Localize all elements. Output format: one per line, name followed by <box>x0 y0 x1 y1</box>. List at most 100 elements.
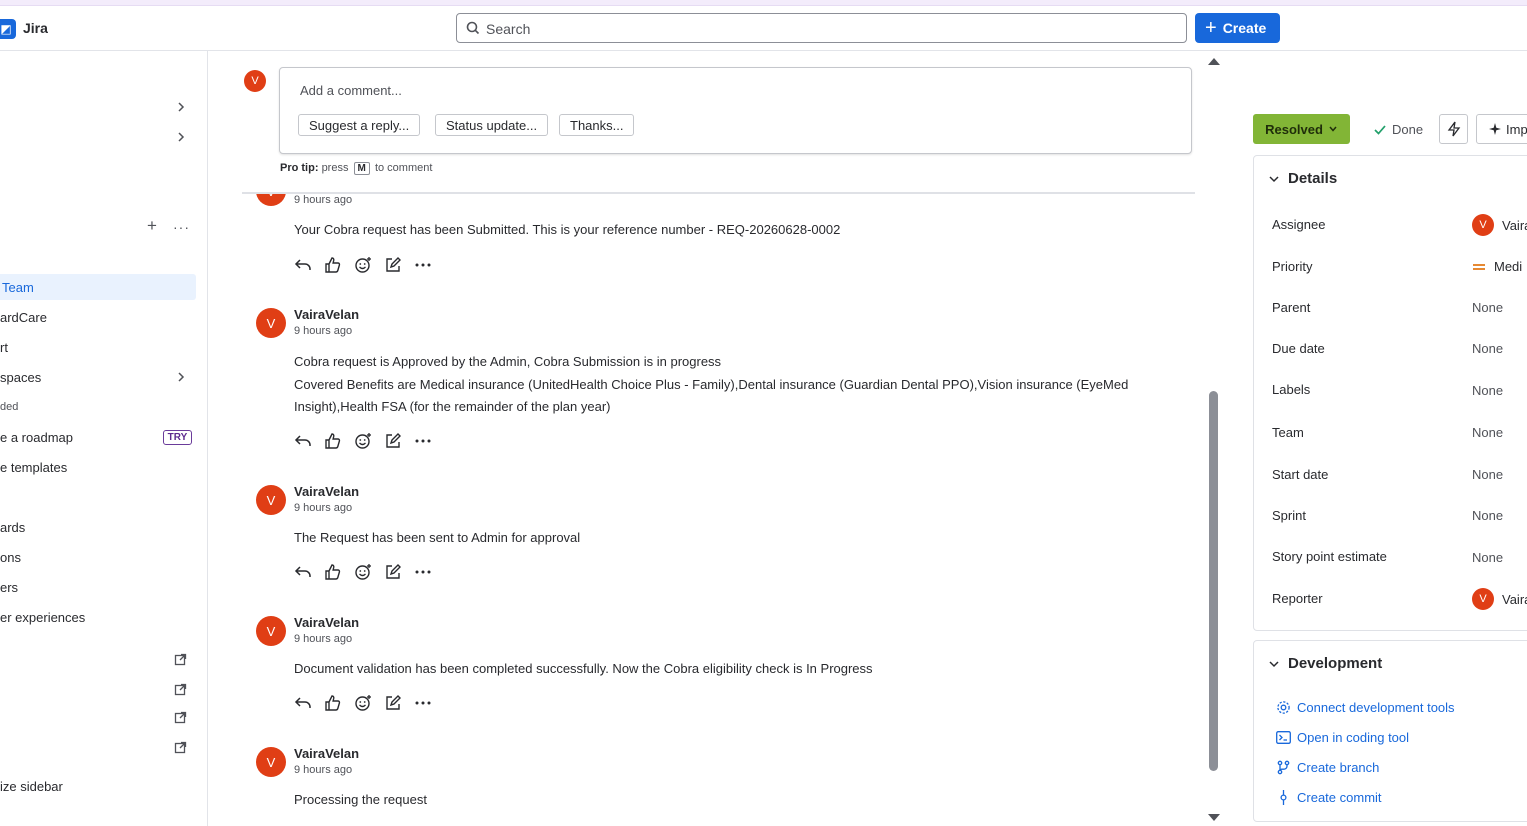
add-reaction-icon[interactable] <box>354 432 372 450</box>
reply-icon[interactable] <box>294 563 312 581</box>
comment-timestamp: 9 hours ago <box>294 764 353 776</box>
labels-value[interactable]: None <box>1472 383 1503 398</box>
add-reaction-icon[interactable] <box>354 256 372 274</box>
field-label: Team <box>1272 425 1304 440</box>
sidebar-item-ons[interactable]: ons <box>0 544 196 570</box>
parent-value[interactable]: None <box>1472 300 1503 315</box>
story-point-value[interactable]: None <box>1472 550 1503 565</box>
create-button[interactable]: + Create <box>1195 13 1280 43</box>
sidebar-item-customize[interactable]: ize sidebar <box>0 773 196 799</box>
avatar: V <box>256 616 286 646</box>
scrollbar-thumb[interactable] <box>1209 391 1218 771</box>
plus-icon: + <box>1205 17 1217 39</box>
external-link-icon[interactable] <box>174 683 187 696</box>
chevron-right-icon[interactable] <box>174 370 188 384</box>
edit-icon[interactable] <box>384 694 402 712</box>
connect-dev-tools-link[interactable]: Connect development tools <box>1276 700 1455 715</box>
more-options-icon[interactable]: ··· <box>173 219 190 235</box>
open-coding-tool-link[interactable]: Open in coding tool <box>1276 730 1409 745</box>
activity-entry: V VairaVelan 9 hours ago Document valida… <box>256 615 1156 726</box>
comment-author[interactable]: VairaVelan <box>294 307 359 322</box>
scroll-up-arrow[interactable] <box>1208 57 1220 65</box>
comment-author[interactable]: VairaVelan <box>294 746 359 761</box>
check-icon <box>1374 124 1386 135</box>
sidebar-item-rt[interactable]: rt <box>0 334 196 360</box>
assignee-name: Vaira <box>1502 217 1527 233</box>
add-reaction-icon[interactable] <box>354 694 372 712</box>
reply-icon[interactable] <box>294 432 312 450</box>
add-reaction-icon[interactable] <box>354 563 372 581</box>
chevron-down-icon <box>1269 175 1279 182</box>
more-icon[interactable] <box>414 432 432 450</box>
thumbs-up-icon[interactable] <box>324 432 342 450</box>
thumbs-up-icon[interactable] <box>324 694 342 712</box>
external-link-icon[interactable] <box>174 741 187 754</box>
sidebar-item-ers[interactable]: ers <box>0 574 196 600</box>
more-icon[interactable] <box>414 563 432 581</box>
edit-icon[interactable] <box>384 256 402 274</box>
field-label: Parent <box>1272 300 1311 315</box>
create-commit-link[interactable]: Create commit <box>1276 790 1382 805</box>
external-link-icon[interactable] <box>174 711 187 724</box>
edit-icon[interactable] <box>384 432 402 450</box>
improve-button[interactable]: Imp <box>1476 114 1527 144</box>
link-label: Create commit <box>1297 790 1382 805</box>
sprint-value[interactable]: None <box>1472 508 1503 523</box>
comment-body: The Request has been sent to Admin for a… <box>294 527 1144 550</box>
sidebar-item-templates[interactable]: e templates <box>0 454 196 480</box>
priority-value[interactable]: Medi <box>1472 259 1522 274</box>
jira-logo-icon[interactable]: ◩ <box>0 19 16 39</box>
comment-author[interactable]: VairaVelan <box>294 484 359 499</box>
field-label: Reporter <box>1272 591 1323 606</box>
external-link-icon[interactable] <box>174 653 187 666</box>
activity-entry: V VairaVelan 9 hours ago The Request has… <box>256 484 1156 595</box>
app-name[interactable]: Jira <box>23 20 48 36</box>
avatar: V <box>1472 588 1494 610</box>
chevron-down-icon <box>1269 660 1279 667</box>
development-panel: Development Connect development tools Op… <box>1253 640 1527 822</box>
reporter-value[interactable]: V Vaira <box>1472 588 1527 610</box>
status-dropdown[interactable]: Resolved <box>1253 114 1350 144</box>
sidebar-item-team[interactable]: Team <box>0 274 196 300</box>
sidebar-item-ards[interactable]: ards <box>0 514 196 540</box>
search-input[interactable]: Search <box>456 13 1187 43</box>
edit-icon[interactable] <box>384 563 402 581</box>
comment-body: Cobra request is Approved by the Admin, … <box>294 351 1144 419</box>
activity-entry: V VairaVelan 9 hours ago Processing the … <box>256 746 1156 822</box>
reply-icon[interactable] <box>294 256 312 274</box>
field-label: Sprint <box>1272 508 1306 523</box>
more-icon[interactable] <box>414 256 432 274</box>
start-date-value[interactable]: None <box>1472 467 1503 482</box>
sidebar-item-ardcare[interactable]: ardCare <box>0 304 196 330</box>
terminal-icon <box>1276 731 1291 744</box>
add-space-icon[interactable]: + <box>147 216 157 236</box>
create-branch-link[interactable]: Create branch <box>1276 760 1379 775</box>
sidebar-section-ded: ded <box>0 394 196 420</box>
field-label: Story point estimate <box>1272 549 1387 564</box>
team-value[interactable]: None <box>1472 425 1503 440</box>
sidebar-item-experiences[interactable]: er experiences <box>0 604 196 630</box>
comment-body: Processing the request <box>294 789 1144 812</box>
due-date-value[interactable]: None <box>1472 341 1503 356</box>
field-label: Start date <box>1272 467 1329 482</box>
assignee-value[interactable]: V Vaira <box>1472 214 1527 236</box>
scroll-down-arrow[interactable] <box>1208 814 1220 822</box>
sticky-divider <box>242 192 1195 194</box>
thumbs-up-icon[interactable] <box>324 256 342 274</box>
gear-icon <box>1277 701 1290 714</box>
details-header[interactable]: Details <box>1268 170 1337 187</box>
create-label: Create <box>1222 20 1267 36</box>
comment-timestamp: 9 hours ago <box>294 325 353 337</box>
thumbs-up-icon[interactable] <box>324 563 342 581</box>
field-label: Priority <box>1272 259 1313 274</box>
chevron-right-icon[interactable] <box>174 100 188 114</box>
chevron-right-icon[interactable] <box>174 130 188 144</box>
automation-button[interactable] <box>1439 114 1468 144</box>
more-icon[interactable] <box>414 694 432 712</box>
reporter-name: Vaira <box>1502 591 1527 607</box>
comment-author[interactable]: VairaVelan <box>294 615 359 630</box>
sidebar-item-spaces[interactable]: spaces <box>0 364 196 390</box>
comment-line: Your Cobra request has been Submitted. T… <box>294 222 841 237</box>
reply-icon[interactable] <box>294 694 312 712</box>
development-header[interactable]: Development <box>1268 655 1382 672</box>
